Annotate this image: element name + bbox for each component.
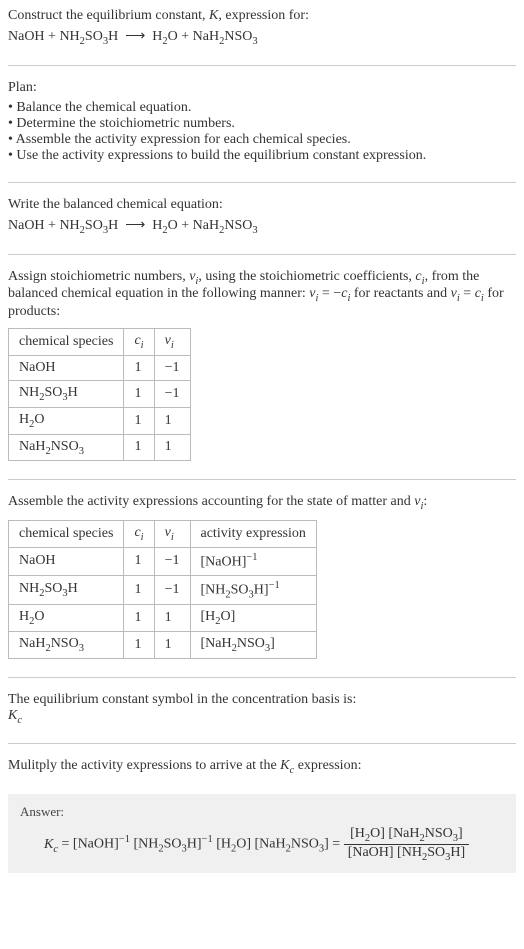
cell-activity: [H2O]: [190, 605, 316, 632]
table-row: H2O 1 1: [9, 407, 191, 434]
plan-section: Plan: Balance the chemical equation. Det…: [8, 80, 516, 164]
stoich-table: chemical species ci νi NaOH 1 −1 NH2SO3H…: [8, 328, 191, 461]
cell-activity: [NaOH]−1: [190, 547, 316, 575]
table-header-row: chemical species ci νi: [9, 329, 191, 356]
col-species: chemical species: [9, 521, 124, 548]
cell-species: H2O: [9, 605, 124, 632]
plan-list: Balance the chemical equation. Determine…: [8, 100, 516, 164]
cell-ci: 1: [124, 380, 154, 407]
fraction-numerator: [H2O] [NaH2NSO3]: [344, 826, 469, 845]
col-nui: νi: [154, 521, 190, 548]
multiply-heading: Mulitply the activity expressions to arr…: [8, 758, 516, 776]
activity-table: chemical species ci νi activity expressi…: [8, 520, 317, 659]
answer-fraction: [H2O] [NaH2NSO3] [NaOH] [NH2SO3H]: [344, 826, 469, 863]
stoich-paragraph: Assign stoichiometric numbers, νi, using…: [8, 269, 516, 321]
cell-species: NaH2NSO3: [9, 434, 124, 461]
cell-nui: −1: [154, 547, 190, 575]
cell-species: NH2SO3H: [9, 380, 124, 407]
table-row: NaOH 1 −1: [9, 355, 191, 380]
stoich-section: Assign stoichiometric numbers, νi, using…: [8, 269, 516, 462]
cell-ci: 1: [124, 631, 154, 658]
divider: [8, 677, 516, 678]
table-row: NaH2NSO3 1 1 [NaH2NSO3]: [9, 631, 317, 658]
multiply-section: Mulitply the activity expressions to arr…: [8, 758, 516, 776]
cell-ci: 1: [124, 355, 154, 380]
cell-activity: [NaH2NSO3]: [190, 631, 316, 658]
divider: [8, 65, 516, 66]
cell-nui: 1: [154, 605, 190, 632]
cell-nui: −1: [154, 355, 190, 380]
answer-box: Answer: Kc = [NaOH]−1 [NH2SO3H]−1 [H2O] …: [8, 794, 516, 873]
cell-species: NaH2NSO3: [9, 631, 124, 658]
symbol-line1: The equilibrium constant symbol in the c…: [8, 692, 516, 708]
table-header-row: chemical species ci νi activity expressi…: [9, 521, 317, 548]
table-row: NaH2NSO3 1 1: [9, 434, 191, 461]
divider: [8, 182, 516, 183]
intro-section: Construct the equilibrium constant, K, e…: [8, 8, 516, 47]
balanced-heading: Write the balanced chemical equation:: [8, 197, 516, 213]
plan-item: Determine the stoichiometric numbers.: [8, 116, 516, 132]
cell-species: NH2SO3H: [9, 575, 124, 604]
divider: [8, 254, 516, 255]
cell-nui: 1: [154, 407, 190, 434]
symbol-section: The equilibrium constant symbol in the c…: [8, 692, 516, 726]
intro-heading: Construct the equilibrium constant, K, e…: [8, 8, 516, 24]
cell-species: H2O: [9, 407, 124, 434]
cell-ci: 1: [124, 547, 154, 575]
cell-activity: [NH2SO3H]−1: [190, 575, 316, 604]
cell-nui: 1: [154, 631, 190, 658]
balanced-equation: NaOH + NH2SO3H ⟶ H2O + NaH2NSO3: [8, 217, 516, 236]
cell-ci: 1: [124, 605, 154, 632]
answer-expression: Kc = [NaOH]−1 [NH2SO3H]−1 [H2O] [NaH2NSO…: [20, 826, 504, 863]
fraction-denominator: [NaOH] [NH2SO3H]: [344, 845, 469, 863]
table-row: NaOH 1 −1 [NaOH]−1: [9, 547, 317, 575]
plan-heading: Plan:: [8, 80, 516, 96]
plan-item: Assemble the activity expression for eac…: [8, 132, 516, 148]
col-ci: ci: [124, 521, 154, 548]
answer-label: Answer:: [20, 804, 504, 820]
divider: [8, 479, 516, 480]
cell-ci: 1: [124, 407, 154, 434]
cell-ci: 1: [124, 434, 154, 461]
cell-species: NaOH: [9, 355, 124, 380]
cell-nui: 1: [154, 434, 190, 461]
col-ci: ci: [124, 329, 154, 356]
table-row: NH2SO3H 1 −1: [9, 380, 191, 407]
cell-nui: −1: [154, 380, 190, 407]
table-row: NH2SO3H 1 −1 [NH2SO3H]−1: [9, 575, 317, 604]
plan-item: Balance the chemical equation.: [8, 100, 516, 116]
cell-ci: 1: [124, 575, 154, 604]
plan-item: Use the activity expressions to build th…: [8, 148, 516, 164]
col-activity: activity expression: [190, 521, 316, 548]
intro-equation: NaOH + NH2SO3H ⟶ H2O + NaH2NSO3: [8, 28, 516, 47]
cell-nui: −1: [154, 575, 190, 604]
balanced-section: Write the balanced chemical equation: Na…: [8, 197, 516, 236]
table-row: H2O 1 1 [H2O]: [9, 605, 317, 632]
col-nui: νi: [154, 329, 190, 356]
activity-heading: Assemble the activity expressions accoun…: [8, 494, 516, 512]
col-species: chemical species: [9, 329, 124, 356]
activity-section: Assemble the activity expressions accoun…: [8, 494, 516, 658]
symbol-line2: Kc: [8, 708, 516, 726]
divider: [8, 743, 516, 744]
cell-species: NaOH: [9, 547, 124, 575]
